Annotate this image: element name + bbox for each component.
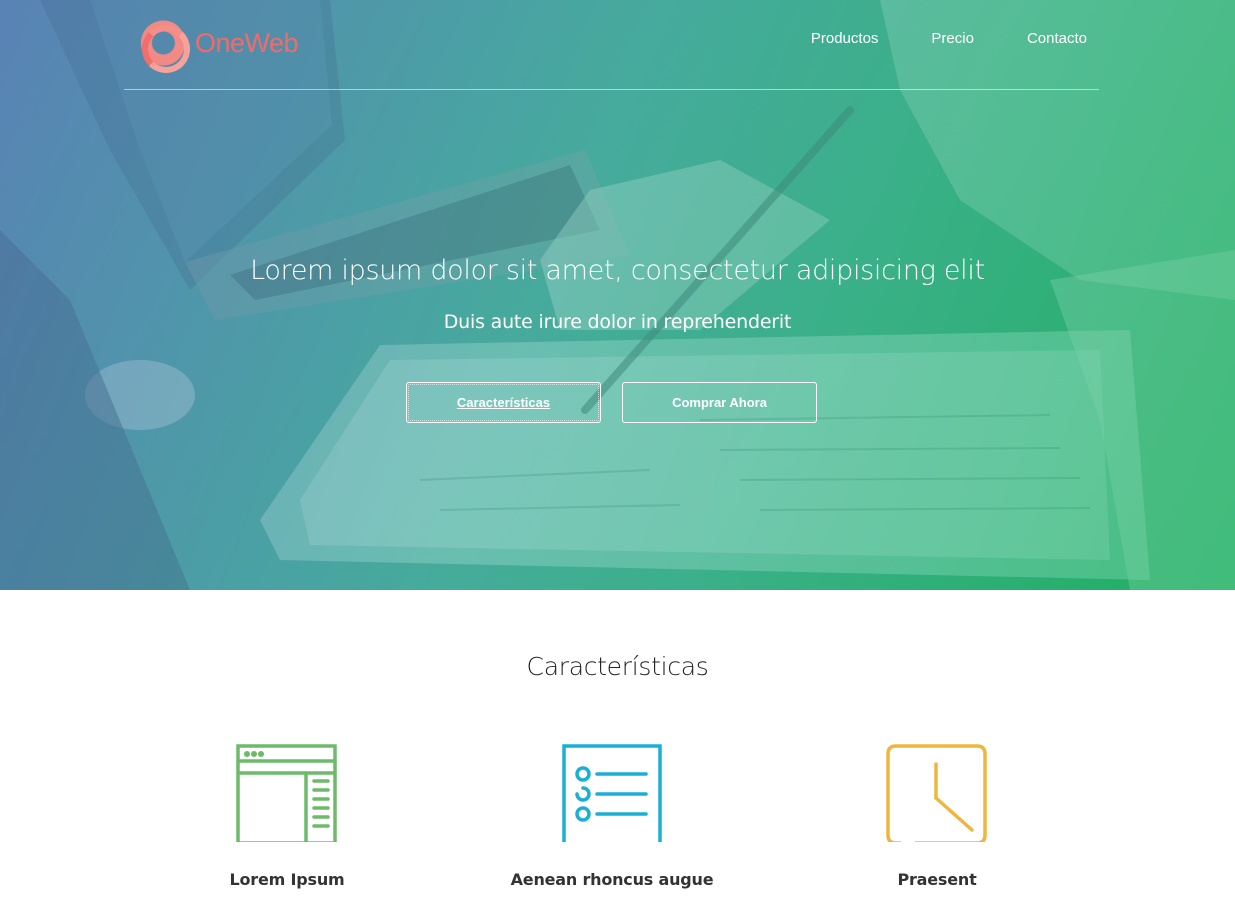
feature-label: Praesent <box>897 870 977 889</box>
browser-window-icon <box>236 744 337 842</box>
brand-logo[interactable]: OneWeb <box>137 19 299 73</box>
feature-item-aenean: Aenean rhoncus augue <box>482 740 742 889</box>
nav-link-productos[interactable]: Productos <box>811 30 879 47</box>
hero-subtitle: Duis aute irure dolor in reprehenderit <box>443 311 792 333</box>
nav-link-precio[interactable]: Precio <box>931 30 974 47</box>
clock-icon <box>886 744 987 842</box>
checklist-icon <box>562 744 662 842</box>
buy-now-button[interactable]: Comprar Ahora <box>622 382 817 423</box>
hero-title: Lorem ipsum dolor sit amet, consectetur … <box>250 255 985 286</box>
feature-label: Lorem Ipsum <box>229 870 345 889</box>
top-navbar: OneWeb Productos Precio Contacto <box>124 0 1099 90</box>
feature-label: Aenean rhoncus augue <box>510 870 714 889</box>
nav-link-contacto[interactable]: Contacto <box>1027 30 1087 47</box>
feature-item-praesent: Praesent <box>807 740 1067 889</box>
features-button[interactable]: Características <box>406 382 601 423</box>
brand-name: OneWeb <box>195 27 299 58</box>
nav-links: Productos Precio Contacto <box>758 30 1087 47</box>
hero-section: OneWeb Productos Precio Contacto Lorem i… <box>0 0 1235 590</box>
logo-ring-icon <box>137 19 190 73</box>
feature-item-lorem-ipsum: Lorem Ipsum <box>157 740 417 889</box>
features-heading: Características <box>526 652 709 681</box>
